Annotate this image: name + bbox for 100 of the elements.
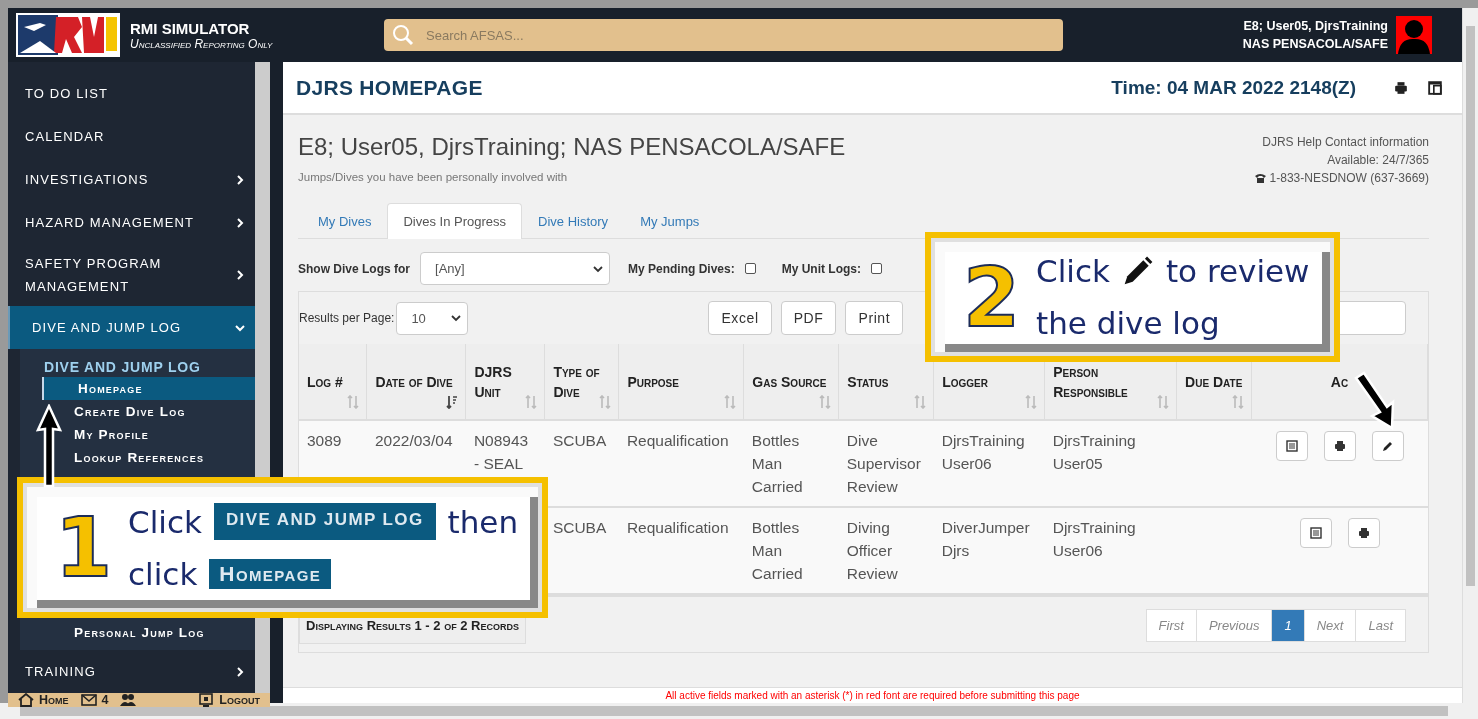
checkbox[interactable] [871, 263, 883, 274]
callout-text: Click [128, 503, 202, 540]
sidebar-item[interactable]: TRAINING [8, 650, 255, 693]
view-button[interactable] [1275, 431, 1308, 461]
chevron-right-icon [235, 217, 245, 228]
submenu-item[interactable]: Homepage [42, 377, 255, 400]
chevron-down-icon [235, 322, 245, 333]
page-button[interactable]: First [1145, 609, 1197, 642]
mail-link[interactable]: 4 [80, 693, 109, 707]
callout-text: click [128, 556, 198, 592]
chevron-down-icon [593, 263, 603, 274]
page-button[interactable]: 1 [1271, 609, 1305, 642]
submenu-item[interactable]: Create Dive Log [74, 400, 186, 423]
home-link[interactable]: Home [18, 693, 69, 707]
submenu-item[interactable]: Personal Jump Log [74, 621, 205, 644]
page-button[interactable]: Last [1355, 609, 1406, 642]
column-header[interactable]: Date of Dive [366, 344, 466, 420]
search-icon [392, 24, 414, 46]
list-icon [1309, 527, 1322, 539]
results-select[interactable]: 10 [396, 301, 469, 335]
pencil-icon [1381, 440, 1394, 452]
phone-icon [1254, 173, 1266, 183]
view-button[interactable] [1299, 518, 1332, 548]
search-input[interactable]: Search AFSAS... [424, 26, 1063, 44]
column-header[interactable]: Type of Dive [544, 344, 619, 420]
scrollbar[interactable] [0, 703, 1478, 719]
monitor-icon [198, 693, 215, 707]
user-heading: E8; User05, DjrsTraining; NAS PENSACOLA/SAFE [298, 133, 846, 161]
user-name: E8; User05, DjrsTraining [1243, 18, 1388, 35]
sidebar-item[interactable]: CALENDAR [8, 115, 255, 158]
help-text: DJRS Help Contact information [1262, 134, 1429, 151]
submenu-item[interactable]: Lookup References [74, 446, 205, 469]
avatar-icon[interactable] [1396, 16, 1432, 54]
page-button[interactable]: Next [1303, 609, 1357, 642]
window-icon[interactable] [1428, 80, 1442, 95]
dive-log-select[interactable]: [Any] [420, 252, 610, 285]
table-cell: DjrsTraining User05 [1052, 432, 1136, 472]
required-note: All active fields marked with an asterisk (*) in red font are required before submitting this page [665, 690, 1080, 701]
table-cell: DiverJumper Djrs [941, 519, 1030, 559]
printer-icon [1357, 527, 1370, 539]
column-header[interactable]: Gas Source [743, 344, 839, 420]
tab[interactable]: Dive History [522, 203, 625, 239]
tab[interactable]: Dives In Progress [387, 203, 523, 239]
table-cell: N08943 - SEAL [473, 432, 529, 472]
print-button[interactable] [1323, 431, 1356, 461]
step-number: 2 [963, 249, 1021, 345]
scrollbar-thumb[interactable] [20, 706, 1448, 716]
export-button[interactable]: Excel [708, 301, 772, 335]
table-cell: Dive Supervisor Review [846, 432, 921, 495]
chevron-right-icon [235, 270, 245, 280]
checkbox[interactable] [744, 263, 756, 274]
app-subtitle: Unclassified Reporting Only [130, 36, 274, 51]
scrollbar[interactable] [1462, 8, 1478, 703]
table-cell: SCUBA [552, 432, 607, 449]
sidebar-item[interactable]: SAFETY PROGRAM MANAGEMENT [8, 244, 255, 306]
table-cell: 2022/03/04 [374, 432, 453, 449]
table-cell: 3089 [307, 432, 342, 449]
export-button[interactable]: PDF [780, 301, 837, 335]
mail-icon [80, 693, 97, 707]
printer-icon[interactable] [1394, 80, 1408, 95]
user-unit: NAS PENSACOLA/SAFE [1242, 36, 1388, 53]
table-cell: SCUBA [552, 519, 607, 536]
chevron-down-icon [451, 313, 462, 323]
list-icon [1285, 440, 1298, 452]
table-cell: Requalification [626, 432, 729, 449]
edit-button[interactable] [1371, 431, 1404, 461]
tab[interactable]: My Jumps [624, 203, 716, 239]
table-cell: DjrsTraining User06 [1052, 519, 1136, 559]
column-header[interactable]: Log # [299, 344, 367, 420]
submenu-item[interactable]: My Profile [74, 423, 149, 446]
logout-link[interactable]: Logout [198, 693, 260, 707]
home-icon [18, 693, 34, 707]
chevron-right-icon [235, 174, 245, 185]
table-cell: Diving Officer Review [846, 519, 898, 582]
users-icon[interactable] [120, 693, 137, 707]
page-subtitle: Jumps/Dives you have been personally involved with [298, 171, 569, 183]
callout-text: the dive log [1036, 305, 1220, 341]
column-header[interactable]: DJRS Unit [465, 344, 545, 420]
help-text: 1-833-NESDNOW (637-3669) [1254, 169, 1429, 187]
callout-text: Click [1036, 253, 1110, 289]
table-cell: Bottles Man Carried [751, 432, 803, 495]
sidebar-item[interactable]: DIVE AND JUMP LOG [8, 306, 255, 349]
menu-chip: Homepage [209, 559, 332, 589]
table-cell: Bottles Man Carried [751, 519, 803, 582]
column-header[interactable]: Status [838, 344, 934, 420]
page-button[interactable]: Previous [1195, 609, 1273, 642]
step-number: 1 [55, 500, 113, 595]
tab[interactable]: My Dives [302, 203, 388, 239]
column-header[interactable]: Purpose [618, 344, 744, 420]
page-title: DJRS HOMEPAGE [296, 75, 483, 100]
export-button[interactable]: Print [845, 301, 904, 335]
sidebar-item[interactable]: HAZARD MANAGEMENT [8, 201, 255, 244]
search-field[interactable]: Search AFSAS... [384, 19, 1063, 51]
table-cell: DjrsTraining User06 [941, 432, 1025, 472]
sidebar-item[interactable]: INVESTIGATIONS [8, 158, 255, 201]
sidebar-item[interactable]: TO DO LIST [8, 72, 255, 115]
chevron-right-icon [235, 666, 245, 677]
print-button[interactable] [1347, 518, 1380, 548]
scrollbar-thumb[interactable] [1466, 26, 1475, 586]
printer-icon [1333, 440, 1346, 452]
